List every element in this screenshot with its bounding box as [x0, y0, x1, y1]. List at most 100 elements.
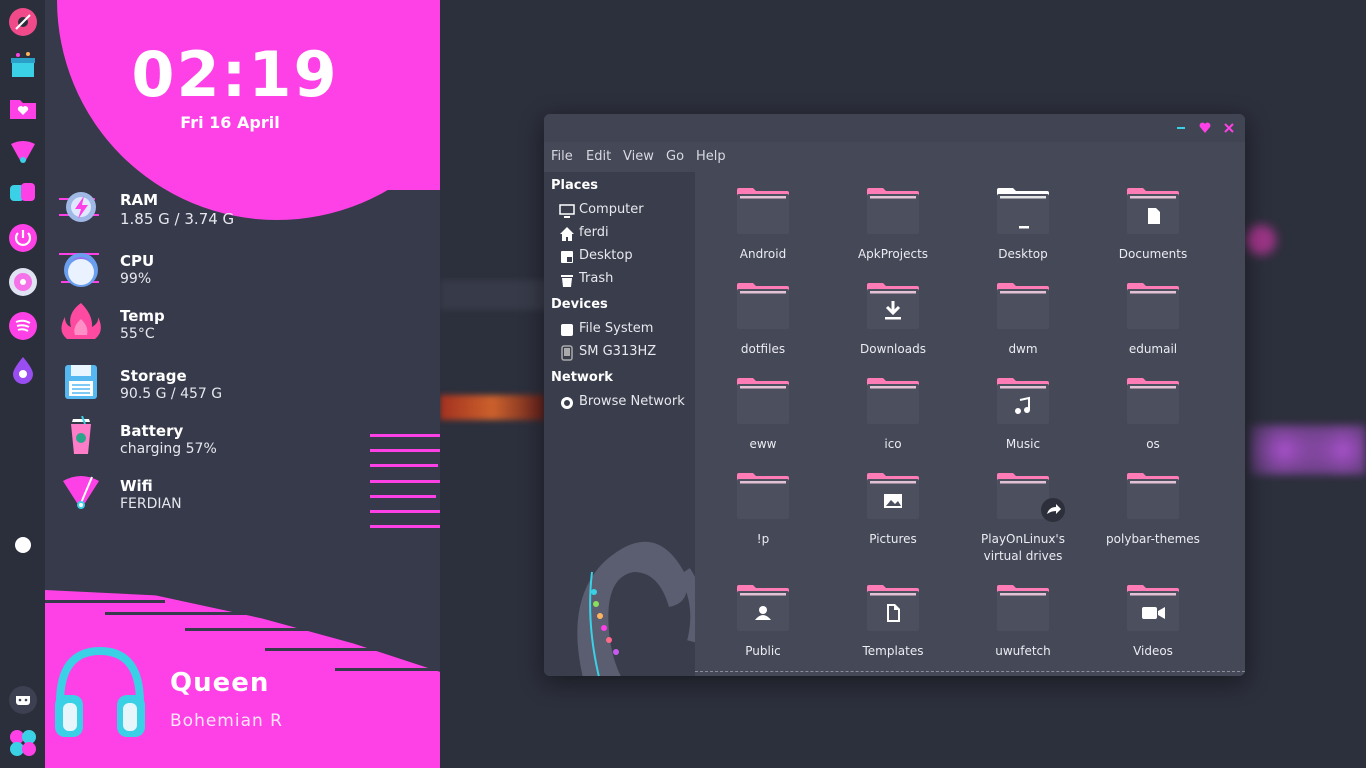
folder-icon	[997, 283, 1049, 329]
music-artist: Queen	[170, 668, 270, 698]
cpu-character-icon	[59, 253, 99, 287]
sidebar-item-computer[interactable]: Computer	[559, 201, 689, 221]
folder-icon	[737, 283, 789, 329]
folder-icon	[1127, 585, 1179, 631]
music-title: Bohemian R	[170, 711, 283, 731]
stat-temp: Temp 55°C	[45, 303, 425, 357]
folder-icon	[1127, 378, 1179, 424]
folder-icon	[737, 378, 789, 424]
wifi-fan-icon[interactable]	[7, 135, 38, 166]
desktop-icon	[561, 251, 573, 263]
shapes-app-icon[interactable]	[7, 178, 38, 209]
close-button[interactable]	[1221, 120, 1237, 136]
file-item-label: !p	[756, 532, 770, 546]
phone-icon	[561, 345, 573, 361]
sidebar-item-home[interactable]: ferdi	[559, 224, 689, 244]
sidebar-heading-places: Places	[551, 178, 599, 193]
stat-battery: Battery charging 57%	[45, 416, 425, 472]
menu-bar: File Edit View Go Help	[544, 142, 1245, 172]
stat-value: 99%	[120, 271, 152, 287]
spotify-icon[interactable]	[7, 310, 38, 341]
sidebar-item-label: Desktop	[579, 248, 633, 263]
folder-heart-icon[interactable]	[7, 92, 38, 123]
folder-icon	[867, 585, 919, 631]
stat-value: FERDIAN	[120, 496, 182, 512]
file-item-label: PlayOnLinux's virtual drives	[981, 532, 1065, 563]
sidebar-heading-devices: Devices	[551, 297, 608, 312]
sidebar-item-browse-network[interactable]: Browse Network	[559, 393, 689, 413]
stat-label: Battery	[120, 422, 184, 440]
tentacle-decoration	[577, 541, 695, 676]
power-icon[interactable]	[7, 222, 38, 253]
discord-icon[interactable]	[7, 684, 38, 715]
file-item-label: ico	[884, 437, 902, 451]
clock-date: Fri 16 April	[180, 113, 280, 132]
stat-wifi: Wifi FERDIAN	[45, 476, 425, 527]
file-item-label: Public	[745, 644, 781, 658]
sidebar-heading-network: Network	[551, 370, 613, 385]
sidebar-item-phone[interactable]: SM G313HZ	[559, 343, 689, 363]
home-icon	[560, 227, 574, 241]
gift-box-icon[interactable]	[7, 49, 38, 80]
folder-icon	[867, 378, 919, 424]
stat-ram: RAM 1.85 G / 3.74 G	[45, 191, 425, 241]
minimize-button[interactable]	[1173, 120, 1189, 136]
folder-icon	[997, 188, 1049, 234]
folder-icon	[867, 283, 919, 329]
disc-icon[interactable]	[7, 266, 38, 297]
headphones-icon[interactable]	[50, 643, 150, 743]
status-dot-icon[interactable]	[7, 528, 38, 559]
folder-icon	[997, 585, 1049, 631]
file-item-label: uwufetch	[995, 644, 1051, 658]
flame-icon	[61, 303, 101, 339]
water-drop-icon[interactable]	[7, 354, 38, 385]
stat-value: 90.5 G / 457 G	[120, 386, 223, 402]
menu-view[interactable]: View	[623, 149, 654, 164]
file-item-label: Desktop	[998, 247, 1048, 261]
folder-icon	[997, 378, 1049, 424]
sidebar-item-label: SM G313HZ	[579, 344, 657, 359]
sidebar-item-trash[interactable]: Trash	[559, 270, 689, 290]
sidebar-item-filesystem[interactable]: File System	[559, 320, 689, 340]
sidebar-item-label: ferdi	[579, 225, 609, 240]
trash-icon	[561, 275, 573, 287]
file-grid: Android ApkProjects Desktop Documents dotfil…	[695, 172, 1245, 676]
file-item-label: Downloads	[860, 342, 926, 356]
wifi-fan-icon	[63, 476, 99, 509]
drive-icon	[561, 324, 573, 336]
file-item-label: Documents	[1118, 247, 1188, 261]
file-item-label: Android	[739, 247, 787, 261]
wallpaper-blur-shape	[440, 280, 550, 310]
music-streak	[265, 648, 440, 651]
folder-icon	[867, 473, 919, 519]
menu-help[interactable]: Help	[696, 149, 726, 164]
menu-edit[interactable]: Edit	[586, 149, 611, 164]
maximize-button[interactable]	[1197, 120, 1213, 136]
folder-icon	[737, 473, 789, 519]
flower-launcher-icon[interactable]	[7, 727, 38, 758]
file-item-label: polybar-themes	[1106, 532, 1200, 546]
folder-icon	[997, 473, 1065, 522]
menu-go[interactable]: Go	[666, 149, 684, 164]
window-titlebar[interactable]	[544, 114, 1245, 142]
folder-icon	[737, 585, 789, 631]
drink-cup-icon	[71, 416, 91, 454]
stat-cpu: CPU 99%	[45, 252, 425, 302]
file-item-label: Pictures	[869, 532, 917, 546]
folder-icon	[1127, 188, 1179, 234]
wallpaper-pink-glow	[1246, 225, 1276, 255]
file-item-label: dwm	[1008, 342, 1038, 356]
file-item-label: dotfiles	[740, 342, 786, 356]
file-item-label: Music	[1005, 437, 1041, 451]
sidebar-item-label: Trash	[579, 271, 614, 286]
folder-icon	[867, 188, 919, 234]
sidebar-item-desktop[interactable]: Desktop	[559, 247, 689, 267]
wallpaper-purple-glow	[1250, 425, 1366, 475]
file-item-label: Videos	[1133, 644, 1173, 658]
stat-value: charging 57%	[120, 441, 217, 457]
stat-label: Storage	[120, 367, 187, 385]
folder-icon	[1127, 283, 1179, 329]
music-player-icon[interactable]	[7, 6, 38, 37]
menu-file[interactable]: File	[551, 149, 573, 164]
file-item-label: Templates	[862, 644, 924, 658]
